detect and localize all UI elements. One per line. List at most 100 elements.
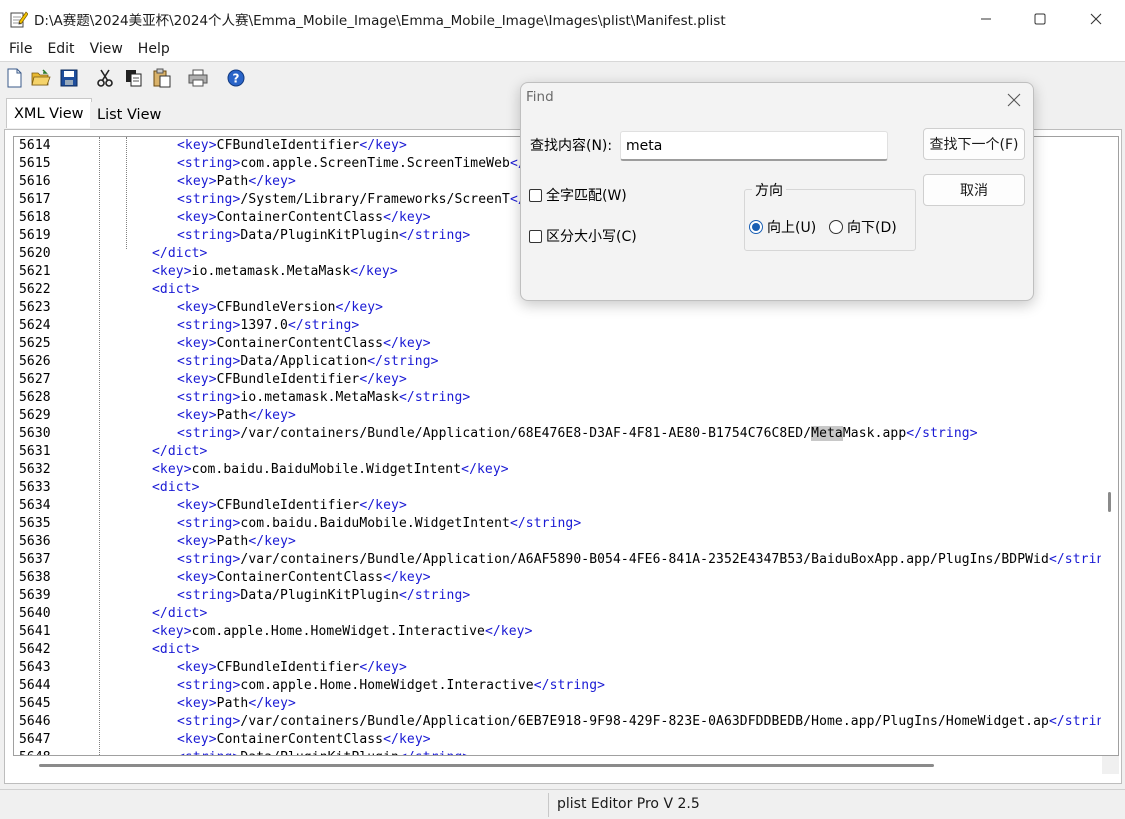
code-line: 5644 <string>com.apple.Home.HomeWidget.In…	[14, 677, 1118, 695]
radio-selected[interactable]	[749, 220, 763, 234]
svg-text:?: ?	[233, 72, 240, 86]
code-text: </dict>	[152, 605, 208, 623]
code-line: 5640 </dict>	[14, 605, 1118, 623]
xml-tag: <dict>	[152, 642, 200, 657]
code-text: <key>com.baidu.BaiduMobile.WidgetIntent<…	[152, 462, 509, 477]
paste-icon[interactable]	[152, 68, 172, 88]
xml-tag: <dict>	[152, 480, 200, 495]
vertical-scrollbar[interactable]	[1101, 137, 1118, 755]
whole-word-checkbox[interactable]: 全字匹配(W)	[529, 185, 627, 205]
code-text: <key>Path</key>	[177, 696, 296, 711]
code-text: <string>Data/PluginKitPlugin</string>	[177, 749, 470, 755]
xml-tag: <string>	[177, 588, 241, 603]
xml-tag: </string>	[509, 516, 582, 531]
line-number: 5636	[19, 534, 51, 549]
line-number: 5637	[19, 552, 51, 567]
xml-tag: <key>	[177, 732, 217, 747]
direction-up-radio[interactable]: 向上(U)	[749, 217, 816, 237]
menu-file[interactable]: File	[0, 41, 38, 57]
vertical-scroll-thumb[interactable]	[1108, 492, 1111, 512]
code-line: 5627 <key>CFBundleIdentifier</key>	[14, 371, 1118, 389]
copy-icon[interactable]	[124, 68, 144, 88]
code-line: 5631 </dict>	[14, 443, 1118, 461]
menu-view[interactable]: View	[81, 41, 129, 57]
xml-tag: <string>	[177, 156, 241, 171]
line-number: 5614	[19, 138, 51, 153]
xml-tag: </key>	[350, 264, 398, 279]
xml-tag: <string>	[177, 516, 241, 531]
line-number: 5640	[19, 606, 51, 621]
match-case-checkbox[interactable]: 区分大小写(C)	[529, 226, 637, 246]
code-text: <key>Path</key>	[177, 408, 296, 423]
horizontal-scrollbar[interactable]	[13, 756, 1119, 774]
xml-tag: <key>	[152, 264, 192, 279]
minimize-button[interactable]	[963, 0, 1009, 37]
menu-help[interactable]: Help	[129, 41, 176, 57]
radio-unselected[interactable]	[829, 220, 843, 234]
xml-tag: </string>	[287, 318, 360, 333]
xml-tag: </string>	[398, 588, 471, 603]
new-file-icon[interactable]	[4, 68, 24, 88]
line-number: 5624	[19, 318, 51, 333]
cancel-button[interactable]: 取消	[923, 174, 1025, 206]
xml-tag: </key>	[359, 498, 407, 513]
code-line: 5636 <key>Path</key>	[14, 533, 1118, 551]
xml-tag: <key>	[177, 660, 217, 675]
xml-tag: </dict>	[152, 606, 208, 621]
xml-tag: </string>	[367, 354, 439, 369]
xml-tag: <string>	[177, 318, 241, 333]
xml-tag: <key>	[177, 570, 217, 585]
tab-xml-view[interactable]: XML View	[6, 98, 92, 128]
code-line: 5647 <key>ContainerContentClass</key>	[14, 731, 1118, 749]
direction-down-label: 向下(D)	[847, 220, 897, 236]
save-icon[interactable]	[59, 68, 79, 88]
xml-tag: </dict>	[152, 246, 208, 261]
cut-icon[interactable]	[95, 68, 115, 88]
code-line: 5630 <string>/var/containers/Bundle/Appli…	[14, 425, 1118, 443]
xml-tag: <key>	[177, 696, 217, 711]
direction-down-radio[interactable]: 向下(D)	[829, 217, 897, 237]
line-number: 5634	[19, 498, 51, 513]
code-line: 5648 <string>Data/PluginKitPlugin</string…	[14, 749, 1118, 755]
xml-tag: <string>	[177, 354, 241, 369]
code-text: <key>io.metamask.MetaMask</key>	[152, 264, 398, 279]
maximize-button[interactable]	[1017, 0, 1063, 37]
line-number: 5630	[19, 426, 51, 441]
xml-tag: </key>	[461, 462, 509, 477]
line-number: 5621	[19, 264, 51, 279]
find-next-button[interactable]: 查找下一个(F)	[923, 128, 1025, 160]
tab-list-view[interactable]: List View	[90, 102, 169, 128]
close-button[interactable]	[1073, 0, 1119, 37]
code-text: <key>ContainerContentClass</key>	[177, 336, 431, 351]
help-icon[interactable]: ?	[226, 68, 246, 88]
open-folder-icon[interactable]	[31, 68, 51, 88]
find-what-input[interactable]	[620, 131, 888, 161]
code-line: 5643 <key>CFBundleIdentifier</key>	[14, 659, 1118, 677]
menu-edit[interactable]: Edit	[38, 41, 80, 57]
line-number: 5643	[19, 660, 51, 675]
xml-tag: <key>	[177, 210, 217, 225]
close-icon[interactable]	[1002, 88, 1026, 112]
xml-tag: </key>	[359, 372, 407, 387]
line-number: 5639	[19, 588, 51, 603]
xml-tag: <key>	[177, 372, 217, 387]
checkbox-box[interactable]	[529, 188, 542, 202]
horizontal-scroll-thumb[interactable]	[39, 764, 934, 767]
code-text: <key>com.apple.Home.HomeWidget.Interacti…	[152, 624, 533, 639]
xml-tag: </key>	[383, 210, 431, 225]
direction-label: 方向	[752, 180, 786, 200]
line-number: 5629	[19, 408, 51, 423]
code-text: <key>Path</key>	[177, 174, 296, 189]
xml-tag: <string>	[177, 390, 241, 405]
xml-tag: </string>	[398, 390, 471, 405]
line-number: 5623	[19, 300, 51, 315]
print-icon[interactable]	[188, 68, 208, 88]
code-line: 5641 <key>com.apple.Home.HomeWidget.Inter…	[14, 623, 1118, 641]
code-text: <key>ContainerContentClass</key>	[177, 210, 431, 225]
xml-tag: </key>	[383, 732, 431, 747]
xml-tag: <key>	[177, 336, 217, 351]
code-text: <key>ContainerContentClass</key>	[177, 732, 431, 747]
line-number: 5631	[19, 444, 51, 459]
checkbox-box[interactable]	[529, 229, 542, 243]
xml-tag: </string>	[398, 228, 471, 243]
